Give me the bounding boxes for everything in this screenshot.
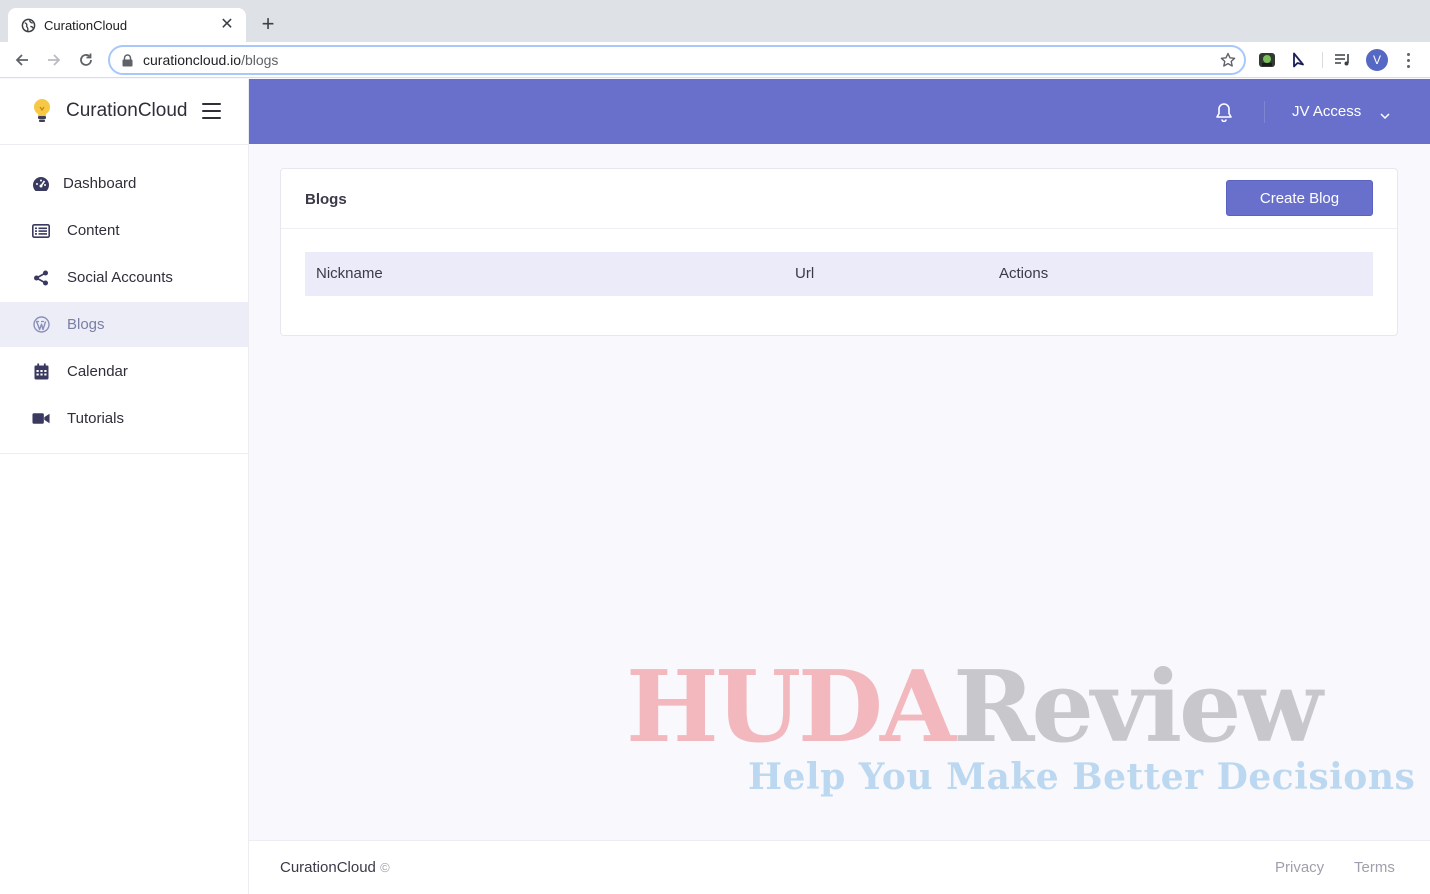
notification-bell-icon[interactable] bbox=[1215, 102, 1233, 123]
sidebar-item-label: Content bbox=[67, 222, 120, 239]
sidebar-item-calendar[interactable]: Calendar bbox=[0, 349, 248, 394]
back-arrow-icon[interactable] bbox=[12, 50, 32, 70]
address-bar[interactable]: curationcloud.io/blogs bbox=[108, 45, 1246, 75]
sidebar-item-tutorials[interactable]: Tutorials bbox=[0, 396, 248, 441]
bookmark-star-icon[interactable] bbox=[1220, 52, 1236, 68]
sidebar-item-label: Social Accounts bbox=[67, 269, 173, 286]
watermark-tagline: Help You Make Better Decisions bbox=[748, 756, 1416, 798]
browser-toolbar: curationcloud.io/blogs V bbox=[0, 42, 1430, 78]
url-path: /blogs bbox=[241, 52, 279, 68]
sidebar-item-social-accounts[interactable]: Social Accounts bbox=[0, 255, 248, 300]
brand-name: CurationCloud bbox=[66, 100, 188, 121]
sidebar-item-label: Tutorials bbox=[67, 410, 124, 427]
watermark-title-part1: HUDA bbox=[626, 650, 956, 765]
sidebar-nav: Dashboard Content Social Accounts Blogs … bbox=[0, 161, 248, 454]
url-domain: curationcloud.io bbox=[143, 52, 242, 68]
page-title: Blogs bbox=[305, 191, 347, 208]
browser-menu-icon[interactable] bbox=[1400, 50, 1416, 70]
lightbulb-logo-icon bbox=[32, 97, 52, 125]
copyright-symbol: © bbox=[380, 860, 390, 875]
create-blog-button[interactable]: Create Blog bbox=[1226, 180, 1373, 216]
browser-tabstrip: CurationCloud ✕ + bbox=[0, 0, 1430, 42]
close-tab-icon[interactable]: ✕ bbox=[218, 16, 236, 34]
forward-arrow-icon[interactable] bbox=[44, 50, 64, 70]
blogs-card: Blogs Create Blog Nickname Url Actions bbox=[280, 168, 1398, 336]
new-tab-button[interactable]: + bbox=[258, 13, 278, 35]
share-icon bbox=[32, 269, 50, 287]
cursor-extension-icon[interactable] bbox=[1290, 51, 1308, 69]
url-text: curationcloud.io/blogs bbox=[143, 52, 278, 68]
chevron-down-icon[interactable] bbox=[1380, 107, 1390, 120]
column-header-nickname: Nickname bbox=[316, 265, 383, 282]
sidebar-item-label: Dashboard bbox=[63, 175, 137, 192]
tab-title: CurationCloud bbox=[44, 17, 128, 33]
lock-icon bbox=[120, 53, 134, 67]
watermark-title-part2: Review bbox=[953, 650, 1323, 765]
watermark-title: HUDAReview bbox=[626, 659, 1323, 757]
globe-icon bbox=[21, 18, 36, 33]
wordpress-icon bbox=[32, 316, 50, 334]
footer-brand: CurationCloud © bbox=[280, 859, 390, 876]
sidebar-item-content[interactable]: Content bbox=[0, 208, 248, 253]
header-divider bbox=[1264, 101, 1265, 123]
calendar-icon bbox=[32, 363, 50, 381]
user-menu[interactable]: JV Access bbox=[1292, 103, 1361, 120]
video-camera-icon bbox=[32, 410, 50, 428]
top-header: JV Access bbox=[249, 79, 1430, 144]
column-header-actions: Actions bbox=[999, 265, 1049, 282]
profile-avatar[interactable]: V bbox=[1366, 49, 1388, 71]
extension-icon[interactable] bbox=[1258, 51, 1276, 69]
footer-brand-name: CurationCloud bbox=[280, 859, 376, 876]
media-queue-icon[interactable] bbox=[1334, 51, 1352, 69]
browser-tab[interactable]: CurationCloud ✕ bbox=[8, 8, 246, 42]
sidebar-item-blogs[interactable]: Blogs bbox=[0, 302, 248, 347]
card-header: Blogs Create Blog bbox=[281, 169, 1397, 229]
footer: CurationCloud © Privacy Terms bbox=[249, 840, 1430, 894]
sidebar: Dashboard Content Social Accounts Blogs … bbox=[0, 145, 249, 894]
toolbar-divider bbox=[1322, 52, 1323, 68]
column-header-url: Url bbox=[795, 265, 815, 282]
hamburger-menu-icon[interactable] bbox=[202, 103, 221, 119]
footer-link-terms[interactable]: Terms bbox=[1354, 859, 1395, 876]
dashboard-gauge-icon bbox=[32, 175, 50, 193]
list-icon bbox=[32, 222, 50, 240]
blogs-table-header: Nickname Url Actions bbox=[305, 252, 1373, 296]
brand-bar: CurationCloud bbox=[0, 79, 249, 145]
footer-link-privacy[interactable]: Privacy bbox=[1275, 859, 1324, 876]
reload-icon[interactable] bbox=[76, 50, 96, 70]
sidebar-item-label: Calendar bbox=[67, 363, 128, 380]
sidebar-item-label: Blogs bbox=[67, 316, 105, 333]
sidebar-item-dashboard[interactable]: Dashboard bbox=[0, 161, 248, 206]
